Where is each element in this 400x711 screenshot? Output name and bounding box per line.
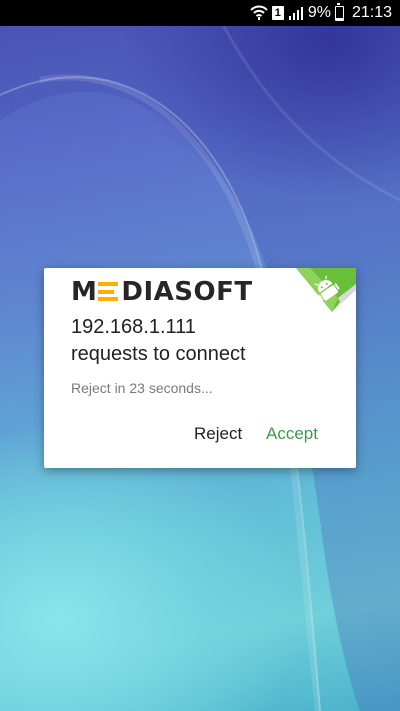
mediasoft-logo: M DIASOFT [71,275,253,309]
request-message: requests to connect [71,343,246,365]
battery-icon [334,2,344,21]
wifi-icon [250,5,268,21]
logo-text-prefix: M [71,277,98,307]
sim-icon: 1 [271,6,284,20]
clock: 21:13 [351,4,392,21]
signal-icon [288,6,304,20]
logo-text-suffix: DIASOFT [121,277,253,307]
battery-percent: 9% [307,4,331,21]
requester-ip: 192.168.1.111 [71,316,196,338]
connection-request-dialog: M DIASOFT 192.168.1.111 requests to conne… [44,268,356,468]
android-icon [296,268,356,312]
status-bar: 1 9% 21:13 [0,0,400,26]
accept-button[interactable]: Accept [262,422,322,446]
dialog-title: 192.168.1.111 requests to connect [71,314,341,368]
reject-button[interactable]: Reject [190,422,246,446]
countdown-text: Reject in 23 seconds... [71,380,213,396]
logo-e-mark [98,282,119,301]
